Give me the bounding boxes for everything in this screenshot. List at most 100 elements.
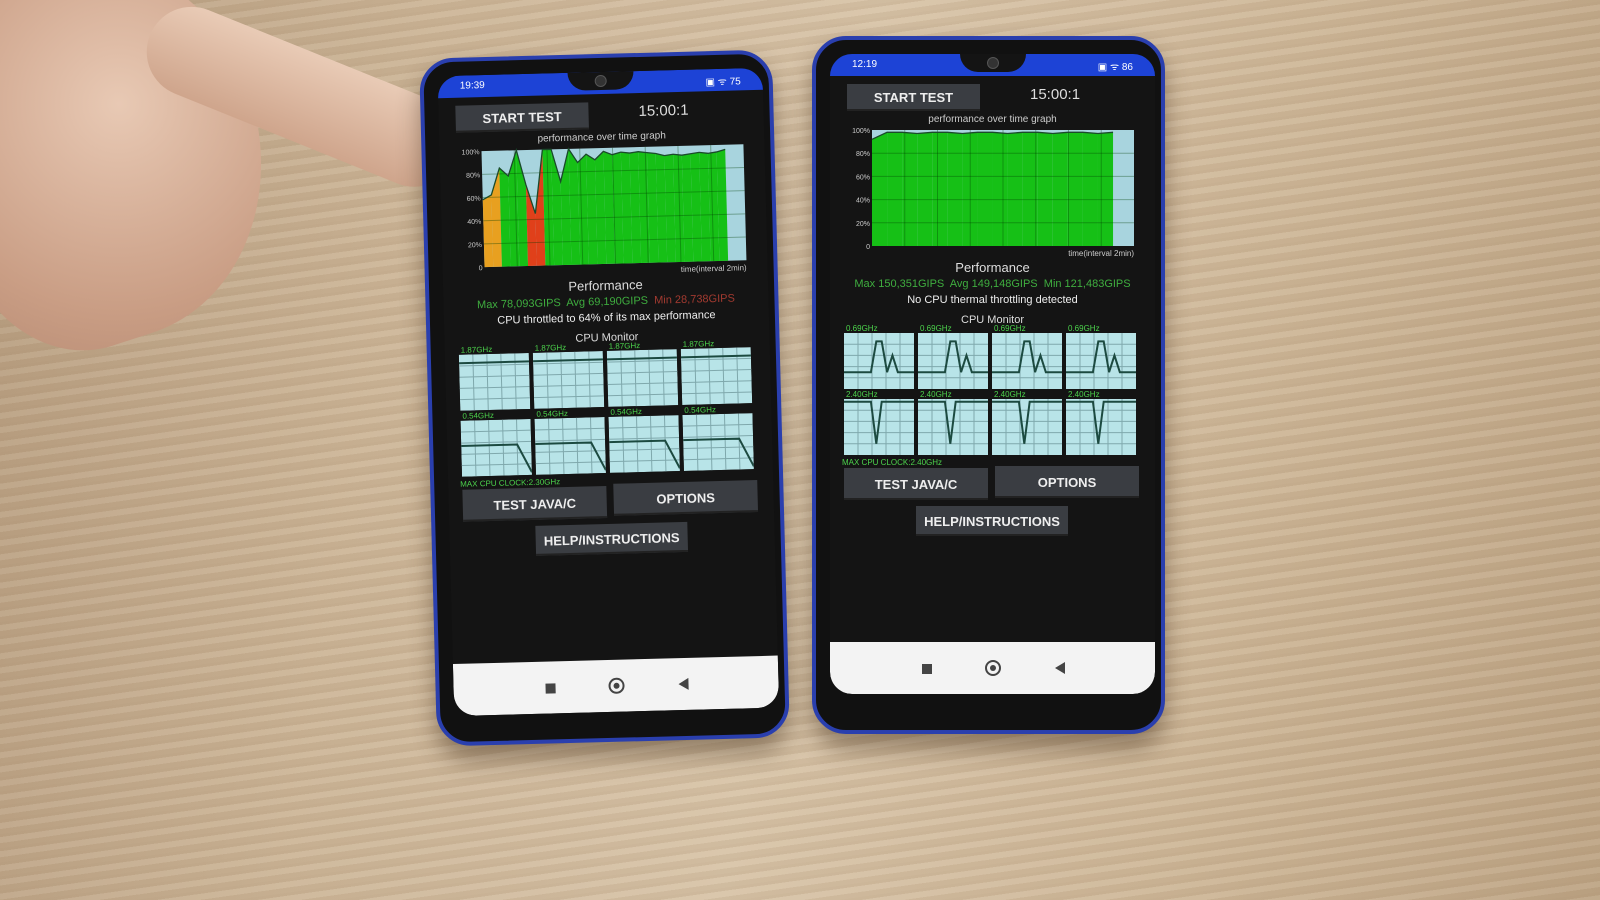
core-graph bbox=[1066, 333, 1136, 389]
core-monitor: 0.69GHz bbox=[918, 324, 988, 389]
options-button[interactable]: OPTIONS bbox=[995, 466, 1139, 498]
timer: 15:00:1 bbox=[1030, 86, 1081, 103]
chart-area-segment bbox=[992, 132, 1008, 246]
performance-chart: 100% 80% 60% 40% 20% 0 time(interval 2min) bbox=[462, 144, 747, 274]
camera bbox=[987, 57, 999, 69]
performance-title: Performance bbox=[955, 260, 1030, 275]
chart-area-segment bbox=[872, 132, 888, 246]
core-graph-background bbox=[608, 415, 680, 473]
screen: 12:19 ▣ ᯤ 86 START TEST 15:00:1 performa… bbox=[830, 54, 1155, 694]
chart-area-segment bbox=[977, 132, 993, 246]
y-tick-label: 20% bbox=[468, 242, 482, 249]
core-graph bbox=[460, 418, 532, 477]
core-monitor: 0.69GHz bbox=[992, 324, 1062, 389]
cpu-monitor-title: CPU Monitor bbox=[961, 314, 1024, 326]
status-icons: ▣ ᯤ 86 bbox=[1097, 62, 1133, 73]
y-tick-label: 60% bbox=[856, 174, 870, 181]
chart-area-segment bbox=[1082, 132, 1098, 246]
core-monitor: 2.40GHz bbox=[844, 390, 914, 455]
home-circle-icon[interactable] bbox=[985, 660, 1001, 676]
recents-square-icon[interactable] bbox=[545, 683, 556, 694]
status-icons: ▣ ᯤ 75 bbox=[705, 76, 741, 89]
y-tick-label: 40% bbox=[856, 198, 870, 205]
start-test-button[interactable]: START TEST bbox=[847, 84, 980, 111]
core-monitor: 0.54GHz bbox=[608, 407, 680, 473]
chart-area-segment bbox=[1007, 132, 1023, 246]
core-graph-background bbox=[460, 418, 532, 477]
core-frequency: 2.40GHz bbox=[1068, 390, 1100, 399]
throttle-message: No CPU thermal throttling detected bbox=[907, 294, 1078, 306]
core-frequency: 0.69GHz bbox=[846, 324, 878, 333]
max-cpu-clock: MAX CPU CLOCK:2.40GHz bbox=[842, 458, 943, 467]
core-graph-background bbox=[534, 417, 606, 475]
test-java-c-button[interactable]: TEST JAVA/C bbox=[844, 468, 988, 500]
core-graph bbox=[844, 333, 914, 389]
y-tick-label: 80% bbox=[466, 172, 480, 179]
chart-area-segment bbox=[1067, 132, 1083, 246]
screen: 19:39 ▣ ᯤ 75 START TEST 15:00:1 performa… bbox=[437, 67, 780, 717]
y-tick-label: 20% bbox=[856, 221, 870, 228]
core-monitor: 2.40GHz bbox=[992, 390, 1062, 455]
core-frequency: 2.40GHz bbox=[846, 390, 878, 399]
core-monitor: 2.40GHz bbox=[1066, 390, 1136, 455]
phone-left: 19:39 ▣ ᯤ 75 START TEST 15:00:1 performa… bbox=[419, 49, 790, 747]
core-graph bbox=[992, 399, 1062, 455]
core-monitor: 0.54GHz bbox=[460, 411, 532, 477]
navigation-bar bbox=[452, 655, 780, 717]
phone-right: 12:19 ▣ ᯤ 86 START TEST 15:00:1 performa… bbox=[812, 36, 1165, 734]
performance-stats: Max 150,351GIPS Avg 149,148GIPS Min 121,… bbox=[830, 278, 1155, 290]
y-tick-label: 100% bbox=[852, 128, 870, 135]
status-time: 19:39 bbox=[459, 80, 485, 92]
core-graph bbox=[680, 347, 753, 405]
y-tick-label: 0 bbox=[479, 265, 483, 272]
chart-area-segment bbox=[1052, 132, 1068, 246]
chart-area-segment bbox=[917, 132, 933, 246]
core-graph bbox=[918, 333, 988, 389]
recents-square-icon[interactable] bbox=[922, 664, 932, 674]
core-frequency: 0.69GHz bbox=[1068, 324, 1100, 333]
back-triangle-icon[interactable] bbox=[678, 677, 689, 691]
core-monitor: 0.69GHz bbox=[1066, 324, 1136, 389]
help-instructions-button[interactable]: HELP/INSTRUCTIONS bbox=[916, 506, 1068, 536]
chart-area-segment bbox=[1037, 132, 1053, 246]
core-monitor: 1.87GHz bbox=[680, 339, 753, 405]
core-monitor: 1.87GHz bbox=[606, 341, 679, 407]
core-graph bbox=[458, 352, 531, 411]
performance-chart: 100% 80% 60% 40% 20% 0 time(interval 2min) bbox=[852, 128, 1134, 258]
navigation-bar bbox=[830, 642, 1155, 694]
chart-area-segment bbox=[887, 132, 903, 246]
x-axis-label: time(interval 2min) bbox=[1068, 249, 1134, 258]
start-test-button[interactable]: START TEST bbox=[455, 102, 589, 133]
core-frequency: 0.69GHz bbox=[994, 324, 1026, 333]
core-graph bbox=[608, 415, 680, 473]
max-stat: Max 78,093GIPS bbox=[476, 297, 561, 312]
max-stat: Max 150,351GIPS bbox=[854, 278, 945, 290]
chart-area-segment bbox=[932, 132, 948, 246]
chart-area-segment bbox=[1097, 132, 1114, 246]
chart-area-segment bbox=[947, 132, 963, 246]
y-tick-label: 0 bbox=[866, 244, 870, 251]
core-graph-background bbox=[682, 413, 754, 471]
core-graph bbox=[532, 351, 605, 409]
home-circle-icon[interactable] bbox=[608, 677, 625, 694]
core-graph bbox=[682, 413, 754, 471]
core-monitor: 1.87GHz bbox=[532, 343, 605, 409]
back-triangle-icon[interactable] bbox=[1055, 662, 1065, 674]
min-stat: Min 28,738GIPS bbox=[654, 292, 736, 307]
test-java-c-button[interactable]: TEST JAVA/C bbox=[462, 485, 608, 522]
core-graph bbox=[918, 399, 988, 455]
status-time: 12:19 bbox=[852, 59, 878, 70]
core-monitor: 0.54GHz bbox=[682, 405, 754, 471]
core-graph bbox=[1066, 399, 1136, 455]
core-graph bbox=[606, 349, 679, 407]
core-monitor: 1.87GHz bbox=[458, 345, 531, 411]
core-graph bbox=[992, 333, 1062, 389]
options-button[interactable]: OPTIONS bbox=[613, 480, 759, 516]
x-axis-label: time(interval 2min) bbox=[681, 263, 747, 274]
core-monitor: 0.69GHz bbox=[844, 324, 914, 389]
core-frequency: 2.40GHz bbox=[994, 390, 1026, 399]
y-tick-label: 100% bbox=[462, 149, 480, 156]
help-instructions-button[interactable]: HELP/INSTRUCTIONS bbox=[535, 521, 689, 556]
core-frequency: 2.40GHz bbox=[920, 390, 952, 399]
core-monitor: 0.54GHz bbox=[534, 409, 606, 475]
